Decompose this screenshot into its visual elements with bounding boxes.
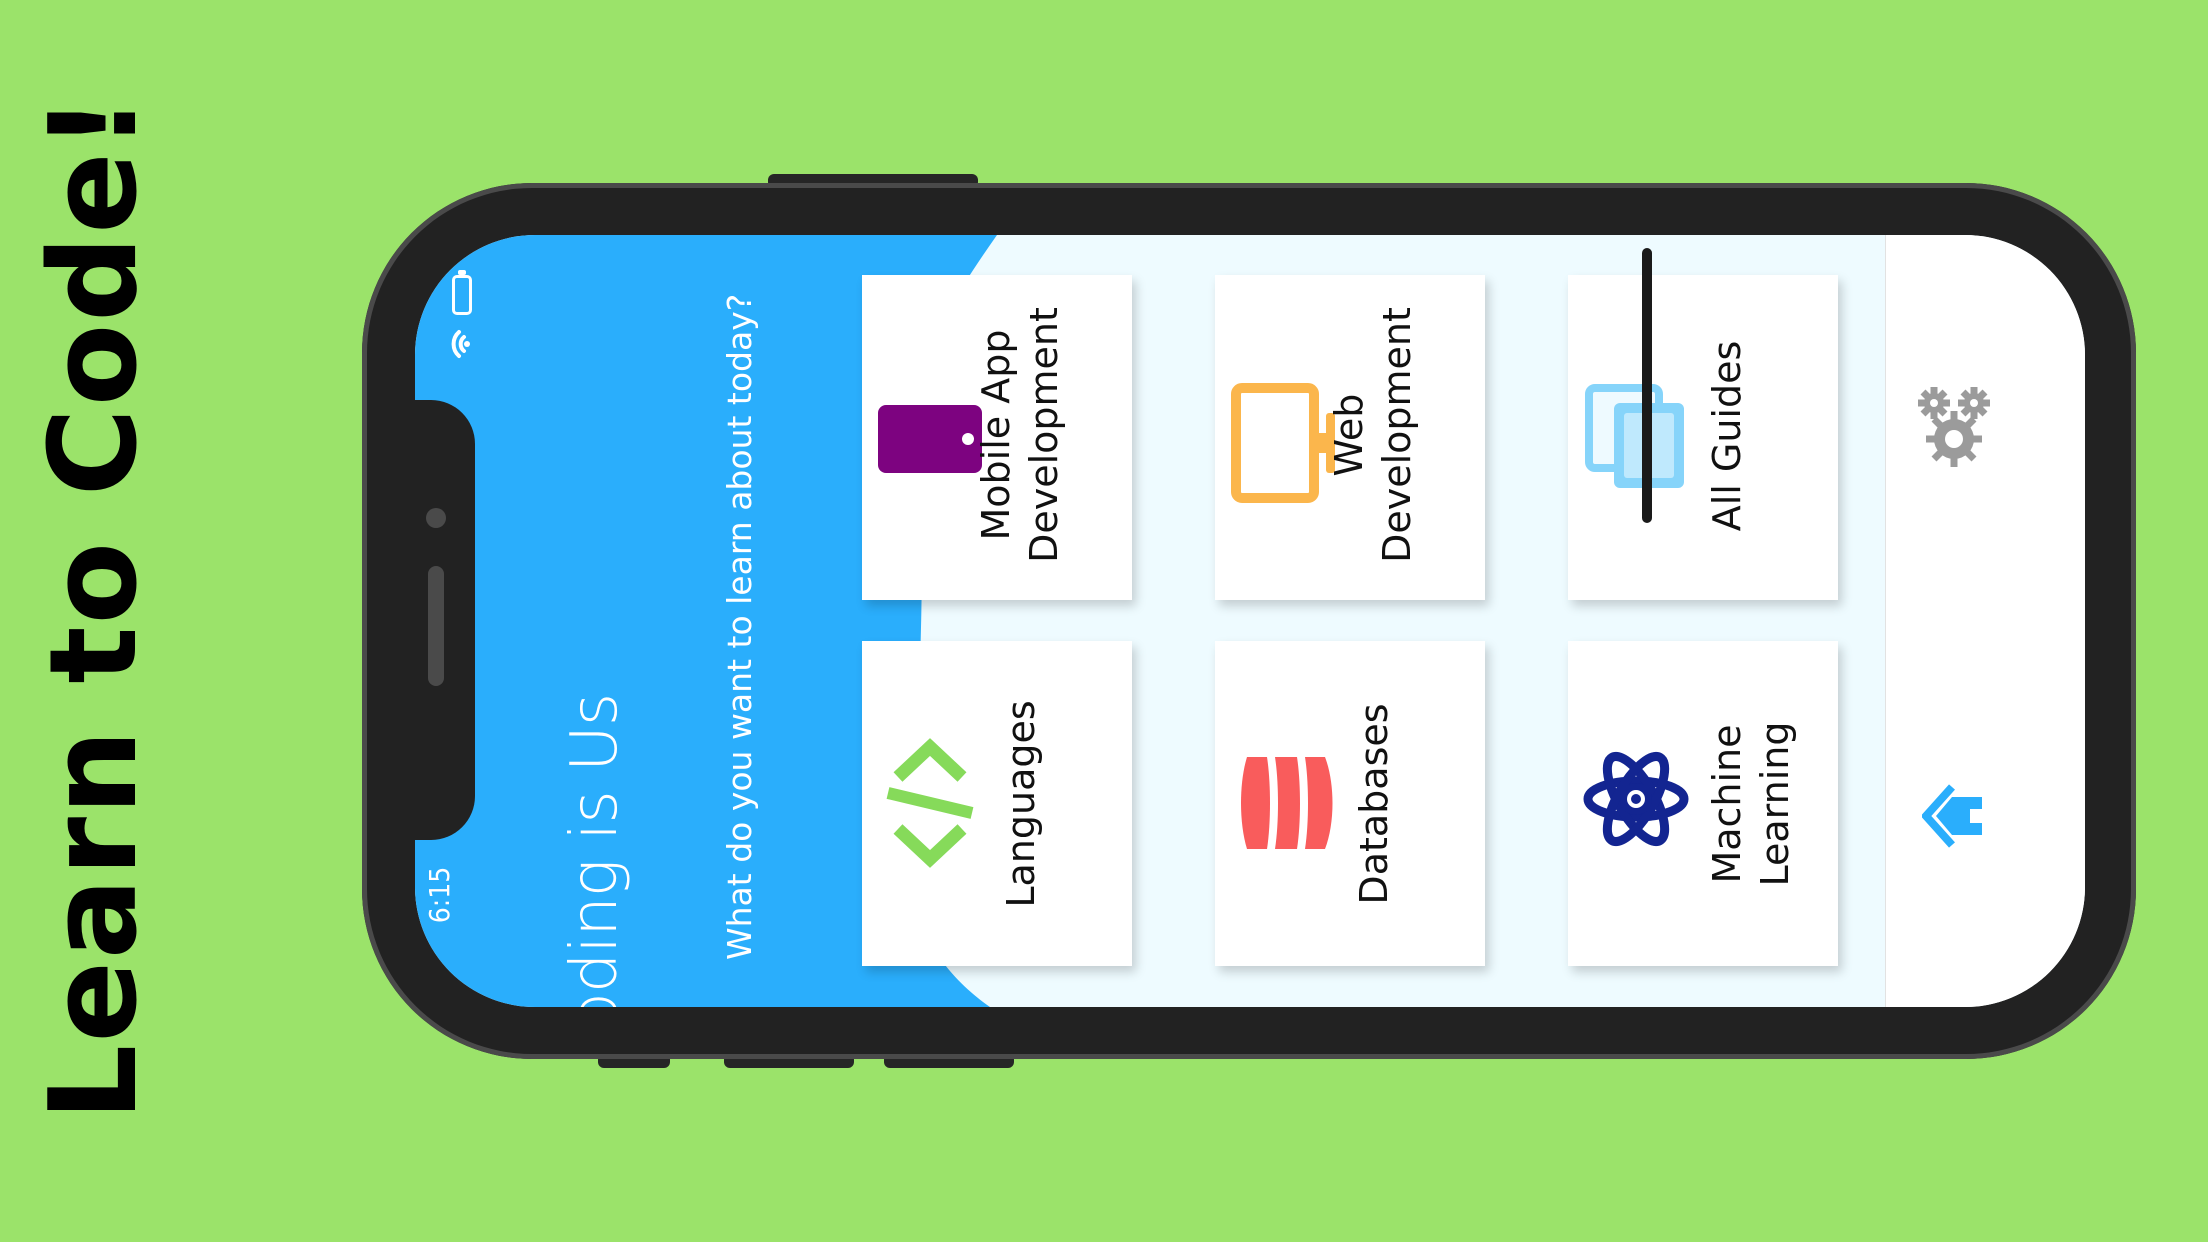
app-title: Coding is Us	[558, 693, 632, 1007]
home-indicator[interactable]	[1642, 248, 1652, 523]
status-time: 6:15	[423, 866, 456, 924]
monitor-icon	[1231, 383, 1335, 503]
category-label: Databases	[1352, 703, 1396, 905]
category-label: All Guides	[1705, 340, 1749, 532]
category-label: Mobile App Development	[974, 307, 1066, 563]
app-subtitle: What do you want to learn about today?	[720, 293, 759, 960]
gears-icon[interactable]	[1914, 383, 1994, 473]
category-card-all-guides[interactable]: All Guides	[1568, 275, 1838, 600]
speaker-grille	[428, 566, 444, 686]
battery-icon	[452, 270, 472, 315]
category-label: Machine Learning	[1705, 721, 1797, 887]
category-card-databases[interactable]: Databases	[1215, 641, 1485, 966]
wifi-icon	[451, 330, 470, 358]
category-label: Languages	[999, 700, 1043, 908]
database-icon	[1241, 757, 1333, 849]
category-label: Web Development	[1327, 307, 1419, 563]
category-card-machine-learning[interactable]: Machine Learning	[1568, 641, 1838, 966]
phone-notch	[413, 400, 475, 840]
stacked-pages-icon	[1585, 384, 1684, 488]
app-screen: 6:15 Coding is Us What do you want to le…	[415, 235, 2085, 1007]
category-card-mobile-app-development[interactable]: Mobile App Development	[862, 275, 1132, 600]
code-brackets-icon	[886, 738, 974, 868]
category-card-languages[interactable]: Languages	[862, 641, 1132, 966]
category-card-web-development[interactable]: Web Development	[1215, 275, 1485, 600]
nav-panel	[1885, 235, 2085, 1007]
promo-headline: Learn to Code!	[25, 93, 164, 1121]
atom-icon	[1583, 751, 1689, 847]
camera-icon	[426, 508, 446, 528]
mobile-phone-icon	[878, 405, 982, 473]
home-icon[interactable]	[1922, 783, 1986, 849]
